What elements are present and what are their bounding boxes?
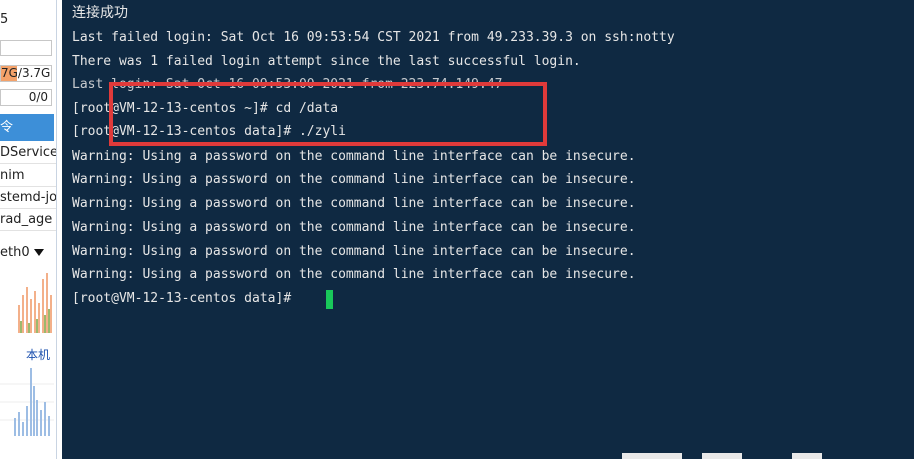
disk-io-graph [0,368,54,436]
sidebar-active-item[interactable]: 令 [0,114,54,141]
process-item[interactable]: DService [0,142,56,164]
process-item[interactable]: stemd-jo [0,187,56,209]
network-interface-label: eth0 [0,245,30,260]
memory-usage-text: 7G/3.7G [1,66,51,80]
sidebar-field [0,40,52,56]
bottom-edge-artifacts [622,453,914,459]
process-item[interactable]: nim [0,165,56,187]
network-traffic-chart [0,265,54,333]
terminal-window[interactable]: 连接成功 Last failed login: Sat Oct 16 09:53… [62,0,914,459]
terminal-warning-line: Warning: Using a password on the command… [72,267,636,282]
network-traffic-graph [0,265,54,333]
memory-usage-bar: 7G/3.7G [0,65,52,82]
terminal-warning-line: Warning: Using a password on the command… [72,149,636,164]
terminal-cursor [326,290,333,309]
chevron-down-icon [33,249,44,256]
terminal-warning-line: Warning: Using a password on the command… [72,196,636,211]
network-interface-select[interactable]: eth0 [0,245,44,260]
highlight-annotation-box [109,82,547,146]
disk-io-chart [0,366,54,436]
terminal-warning-line: Warning: Using a password on the command… [72,172,636,187]
swap-usage-bar: 0/0 [0,89,52,106]
terminal-output-line: There was 1 failed login attempt since t… [72,54,581,69]
terminal-prompt: [root@VM-12-13-centos data]# [72,291,299,306]
connection-status-line: 连接成功 [72,5,128,21]
terminal-warning-line: Warning: Using a password on the command… [72,244,636,259]
local-label: 本机 [26,348,51,362]
terminal-warning-line: Warning: Using a password on the command… [72,220,636,235]
terminal-output-line: Last failed login: Sat Oct 16 09:53:54 C… [72,30,675,45]
sidebar-top-number: 5 [0,12,9,27]
process-item[interactable]: rad_age [0,209,56,231]
sidebar: 5 7G/3.7G 0/0 令 DService nim stemd-jo ra… [0,0,57,459]
